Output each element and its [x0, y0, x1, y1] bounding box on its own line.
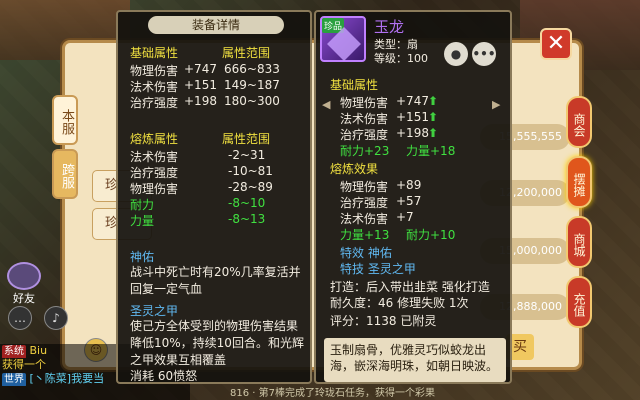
attr-name: 治疗强度: [340, 128, 389, 142]
attr-range: 149~187: [224, 78, 280, 92]
attr-name: 治疗强度: [340, 196, 389, 210]
attr-name: 耐力: [130, 198, 155, 212]
chat-channel-badge: 系统: [2, 345, 26, 358]
friends-button[interactable]: 好友: [4, 262, 44, 306]
attr-value: +747: [184, 62, 217, 76]
attr-name: 法术伤害: [130, 150, 179, 164]
attr-value: +89: [396, 178, 422, 192]
arrow-up-icon: ⬆: [428, 126, 439, 140]
tab-recharge[interactable]: 充值: [566, 276, 592, 328]
side-menu: 商会 摆摊 商城 充值: [566, 96, 592, 336]
base-range-header: 属性范围: [222, 46, 271, 60]
score-info: 评分：1138 已附灵: [330, 314, 437, 328]
caret-right-icon: ▶: [492, 98, 501, 111]
attr-range: -8~10: [228, 196, 266, 210]
attr-range: -8~13: [228, 212, 266, 226]
tab-stall[interactable]: 摆摊: [566, 156, 592, 208]
attr-name: 法术伤害: [340, 112, 389, 126]
attr-name: 物理伤害: [130, 182, 179, 196]
attr-value: +7: [396, 210, 414, 224]
chat-text: 获得一个: [2, 358, 46, 371]
attr-range: 180~300: [224, 94, 280, 108]
attr-range: -2~31: [228, 148, 266, 162]
attr-bonus: 力量+18: [406, 144, 456, 158]
item-info-panel: 珍品 玉龙 类型：扇 等级：100 ● ••• ◀ ▶ 基础属性 物理伤害 +7…: [314, 10, 512, 384]
tab-local-server[interactable]: 本服: [52, 95, 78, 145]
attr-range: 666~833: [224, 62, 280, 76]
skill-description: 战斗中死亡时有20%几率复活并回复一定气血: [130, 265, 301, 296]
fan-item-icon: 珍品: [320, 16, 366, 62]
tab-mall[interactable]: 商城: [566, 216, 592, 268]
item-level: 等级：100: [374, 52, 428, 65]
skill-name: 圣灵之甲: [130, 304, 179, 318]
attr-name: 力量: [130, 214, 155, 228]
shop-server-tabs: 本服 跨服: [52, 95, 78, 203]
tab-cross-server[interactable]: 跨服: [52, 149, 78, 199]
attr-name: 法术伤害: [340, 212, 389, 226]
chat-text: [丶陈菜]我要当: [29, 372, 105, 385]
attr-name: 物理伤害: [340, 96, 389, 110]
attr-value: +151: [184, 78, 217, 92]
attr-value: +57: [396, 194, 422, 208]
more-icon[interactable]: •••: [472, 42, 496, 66]
durability-info: 耐久度：46 修理失败 1次: [330, 296, 469, 310]
attr-bonus: 耐力+23: [340, 144, 390, 158]
avatar: [7, 262, 41, 290]
attr-value: +747: [396, 94, 429, 108]
attr-name: 物理伤害: [130, 64, 179, 78]
item-lore: 玉制扇骨，优雅灵巧似蛟龙出海，嵌深海明珠，如朝日映波。: [324, 338, 506, 382]
refine-attr-header: 熔炼属性: [130, 132, 179, 146]
attr-bonus: 力量+13: [340, 228, 390, 242]
attr-name: 物理伤害: [340, 180, 389, 194]
arrow-up-icon: ⬆: [428, 110, 439, 124]
chat-channel-badge: 世界: [2, 373, 26, 386]
refine-effect-header: 熔炼效果: [330, 162, 379, 176]
attr-name: 法术伤害: [130, 80, 179, 94]
equipment-detail-panel: 装备详情 基础属性 属性范围 物理伤害 +747 666~833 法术伤害 +1…: [116, 10, 312, 384]
attr-bonus: 耐力+10: [406, 228, 456, 242]
friends-label: 好友: [13, 292, 35, 305]
special-skill: 特技 圣灵之甲: [340, 262, 416, 276]
arrow-up-icon: ⬆: [428, 94, 439, 108]
chat-text: Biu: [29, 344, 48, 357]
refine-range-header: 属性范围: [222, 132, 271, 146]
attr-name: 治疗强度: [130, 166, 179, 180]
special-effect: 特效 神佑: [340, 246, 392, 260]
attr-value: +198: [184, 94, 217, 108]
attr-name: 治疗强度: [130, 96, 179, 110]
skill-cost: 消耗 60愤怒: [130, 369, 198, 383]
caret-left-icon: ◀: [322, 98, 331, 111]
forge-info: 打造：后入带出韭菜 强化打造: [330, 280, 490, 294]
skill-description: 使己方全体受到的物理伤害结果降低10%，持续10回合。和光辉之甲效果互相覆盖: [130, 319, 304, 367]
panel-title: 装备详情: [148, 16, 284, 34]
attr-value: +198: [396, 126, 429, 140]
attr-value: +151: [396, 110, 429, 124]
tab-trade-house[interactable]: 商会: [566, 96, 592, 148]
skill-name: 神佑: [130, 250, 155, 264]
chat-bubble-icon[interactable]: …: [8, 306, 32, 330]
base-attr-header: 基础属性: [330, 78, 379, 92]
close-button[interactable]: ✕: [540, 28, 572, 60]
attr-range: -10~81: [228, 164, 273, 178]
eye-icon[interactable]: ●: [444, 42, 468, 66]
microphone-icon[interactable]: ♪: [44, 306, 68, 330]
item-name: 玉龙: [374, 18, 405, 36]
base-attr-header: 基础属性: [130, 46, 179, 60]
system-notice: 816 · 第7棒完成了玲珑石任务，获得一个彩果: [230, 388, 435, 399]
attr-range: -28~89: [228, 180, 273, 194]
